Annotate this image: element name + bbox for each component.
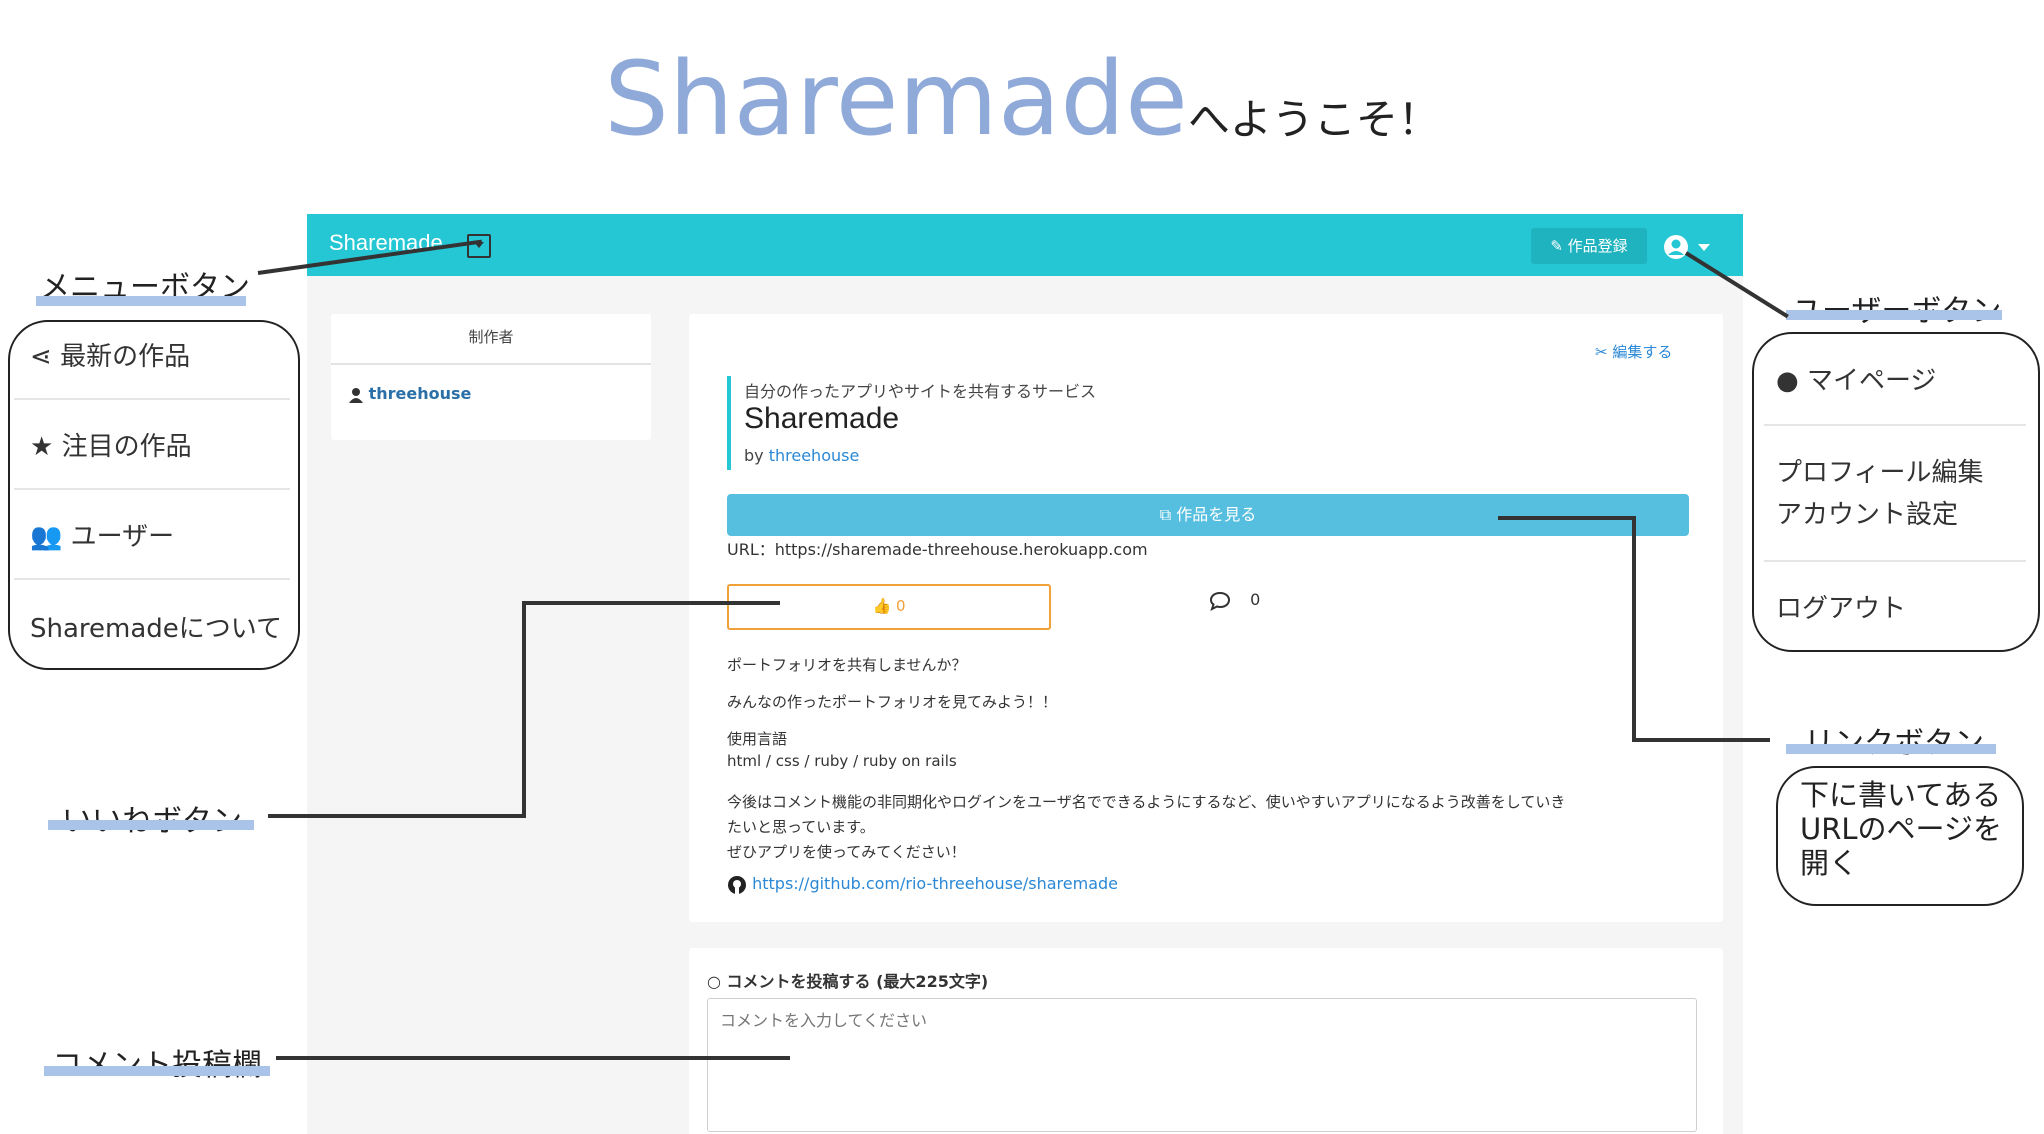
users-icon: 👥 bbox=[30, 522, 63, 552]
description-line: みんなの作ったポートフォリオを見てみよう！！ bbox=[727, 693, 1058, 711]
hero-suffix: へようこそ！ bbox=[1187, 95, 1440, 144]
caret-down-icon bbox=[1697, 244, 1710, 251]
navbar: Sharemade ✎ 作品登録 bbox=[307, 214, 1743, 276]
edit-icon: ✎ bbox=[1550, 237, 1563, 255]
leader-line bbox=[268, 814, 524, 818]
menu-item-logout[interactable]: ログアウト bbox=[1776, 588, 1906, 625]
menu-item-users[interactable]: 👥 ユーザー bbox=[30, 516, 174, 553]
description-line: ぜひアプリを使ってみてください！ bbox=[727, 843, 966, 861]
leader-line bbox=[522, 601, 526, 818]
work-author: by threehouse bbox=[744, 446, 859, 465]
register-work-button[interactable]: ✎ 作品登録 bbox=[1531, 228, 1647, 264]
label-underline bbox=[1786, 744, 1996, 754]
label-underline bbox=[36, 296, 246, 306]
description-line: ポートフォリオを共有しませんか？ bbox=[727, 656, 967, 674]
work-subtitle: 自分の作ったアプリやサイトを共有するサービス bbox=[744, 382, 1097, 401]
comment-counter: 0 bbox=[1209, 590, 1260, 611]
divider bbox=[331, 363, 651, 365]
menu-item-label: マイページ bbox=[1806, 366, 1937, 396]
divider bbox=[1764, 424, 2026, 426]
github-link[interactable]: https://github.com/rio-threehouse/sharem… bbox=[727, 874, 1118, 895]
menu-dropdown-icon[interactable] bbox=[467, 234, 491, 258]
star-icon: ★ bbox=[30, 432, 54, 462]
leader-line bbox=[1632, 516, 1636, 742]
annotation-link-button: リンクボタン bbox=[1804, 718, 1984, 762]
divider bbox=[14, 578, 290, 580]
comment-card: ○ コメントを投稿する (最大225文字) bbox=[689, 948, 1723, 1134]
author-link[interactable]: threehouse bbox=[769, 446, 860, 465]
label-underline bbox=[1786, 310, 2002, 320]
comment-count: 0 bbox=[1250, 590, 1261, 609]
work-detail-card: ✂ 編集する 自分の作ったアプリやサイトを共有するサービス Sharemade … bbox=[689, 314, 1723, 922]
menu-item-mypage[interactable]: ● マイページ bbox=[1776, 360, 1936, 397]
language-value: html / css / ruby / ruby on rails bbox=[727, 752, 957, 770]
creator-card: 制作者 threehouse bbox=[331, 314, 651, 440]
annotation-like-button: いいねボタン bbox=[62, 796, 242, 840]
label-underline bbox=[44, 1066, 270, 1076]
note-line: 下に書いてある bbox=[1800, 778, 2002, 812]
view-work-label: 作品を見る bbox=[1176, 505, 1257, 524]
leader-line bbox=[276, 1056, 790, 1060]
user-circle-icon bbox=[1664, 235, 1688, 259]
comment-input[interactable] bbox=[707, 998, 1697, 1132]
annotation-comment-area: コメント投稿欄 bbox=[52, 1040, 262, 1084]
like-button[interactable]: 👍 0 bbox=[727, 584, 1051, 630]
divider bbox=[1764, 560, 2026, 562]
thumbs-up-icon: 👍 bbox=[872, 597, 892, 615]
description-line: 今後はコメント機能の非同期化やログインをユーザ名でできるようにするなど、使いやす… bbox=[727, 793, 1566, 811]
github-icon bbox=[728, 875, 746, 894]
view-work-button[interactable]: ⧉ 作品を見る bbox=[727, 494, 1689, 536]
work-title: Sharemade bbox=[744, 402, 900, 435]
description-line: たいと思っています。 bbox=[727, 818, 875, 836]
user-icon bbox=[349, 387, 363, 403]
tools-icon: ✂ bbox=[1595, 343, 1608, 361]
menu-item-label: ユーザー bbox=[70, 522, 175, 552]
link-note: 下に書いてある URLのページを 開く bbox=[1800, 778, 2002, 880]
note-line: URLのページを bbox=[1800, 812, 2002, 846]
comment-label-text: コメントを投稿する (最大225文字) bbox=[726, 972, 989, 991]
edit-label: 編集する bbox=[1612, 343, 1673, 361]
comment-icon bbox=[1209, 591, 1231, 611]
menu-item-edit-profile[interactable]: プロフィール編集 bbox=[1776, 452, 1983, 489]
by-label: by bbox=[744, 446, 764, 465]
comment-label: ○ コメントを投稿する (最大225文字) bbox=[707, 968, 988, 992]
menu-item-label: 注目の作品 bbox=[61, 432, 192, 462]
register-label: 作品登録 bbox=[1567, 237, 1628, 255]
like-count: 0 bbox=[895, 597, 906, 615]
title-accent-bar bbox=[727, 376, 731, 470]
long-description: 今後はコメント機能の非同期化やログインをユーザ名でできるようにするなど、使いやす… bbox=[727, 790, 1707, 865]
work-url: URL：https://sharemade-threehouse.herokua… bbox=[727, 540, 1148, 559]
leader-line bbox=[1632, 738, 1770, 742]
leader-line bbox=[522, 601, 780, 605]
share-icon: ⋖ bbox=[30, 342, 52, 372]
menu-item-label: 最新の作品 bbox=[60, 342, 191, 372]
hero-brand: Sharemade bbox=[604, 40, 1188, 159]
external-link-icon: ⧉ bbox=[1159, 505, 1172, 524]
label-underline bbox=[48, 820, 254, 830]
divider bbox=[14, 488, 290, 490]
comment-icon: ○ bbox=[707, 972, 721, 991]
hero-title: Sharemadeへようこそ！ bbox=[0, 40, 2044, 159]
creator-heading: 制作者 bbox=[468, 328, 514, 346]
menu-item-featured[interactable]: ★ 注目の作品 bbox=[30, 426, 192, 463]
divider bbox=[14, 398, 290, 400]
github-url: https://github.com/rio-threehouse/sharem… bbox=[752, 874, 1118, 893]
annotation-user-button: ユーザーボタン bbox=[1792, 286, 2001, 330]
menu-item-about[interactable]: Sharemadeについて bbox=[30, 608, 282, 645]
edit-link[interactable]: ✂ 編集する bbox=[1595, 341, 1672, 362]
menu-item-latest[interactable]: ⋖ 最新の作品 bbox=[30, 336, 190, 373]
creator-name: threehouse bbox=[368, 384, 472, 403]
language-label: 使用言語 bbox=[727, 730, 788, 748]
creator-link[interactable]: threehouse bbox=[349, 384, 471, 403]
menu-item-account-settings[interactable]: アカウント設定 bbox=[1776, 494, 1958, 531]
leader-line bbox=[1498, 516, 1636, 520]
user-icon: ● bbox=[1776, 366, 1799, 396]
note-line: 開く bbox=[1800, 846, 1859, 880]
